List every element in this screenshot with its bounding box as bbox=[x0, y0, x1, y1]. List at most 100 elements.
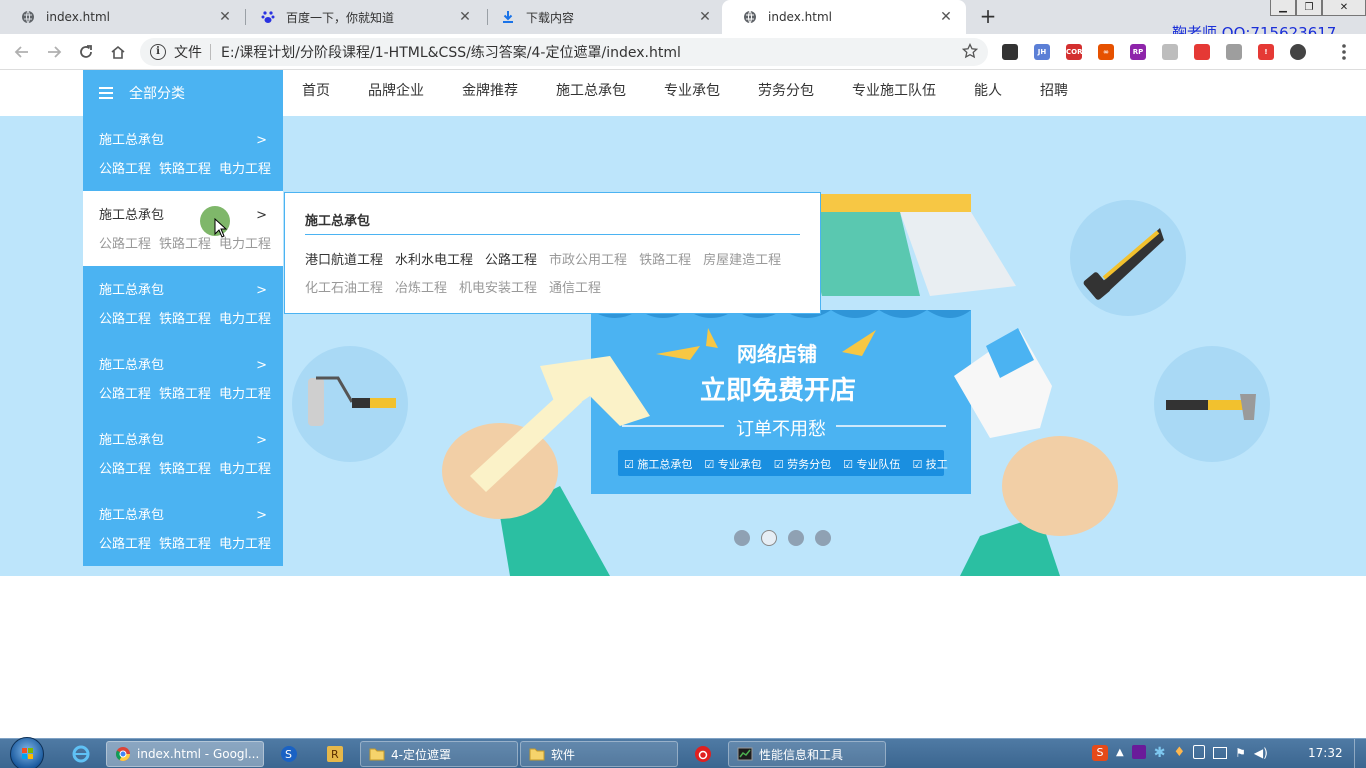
category-link[interactable]: 公路工程 bbox=[99, 462, 151, 477]
flyout-link[interactable]: 水利水电工程 bbox=[395, 247, 473, 275]
tray-star-icon[interactable]: ✱ bbox=[1154, 745, 1166, 761]
nav-professional-contracting[interactable]: 专业承包 bbox=[664, 70, 720, 116]
category-item[interactable]: 施工总承包 > 公路工程 铁路工程 电力工程 bbox=[83, 341, 283, 416]
bookmark-star-icon[interactable] bbox=[961, 42, 979, 63]
tab-close-icon[interactable]: ✕ bbox=[938, 9, 954, 25]
browser-menu-button[interactable] bbox=[1336, 42, 1352, 62]
rp-ext-icon[interactable]: RP bbox=[1130, 44, 1146, 60]
app-r-icon[interactable]: R bbox=[326, 745, 344, 763]
tray-flag-icon[interactable]: ⚑ bbox=[1235, 745, 1246, 761]
flyout-link[interactable]: 通信工程 bbox=[549, 275, 601, 303]
tab-downloads[interactable]: 下载内容 ✕ bbox=[480, 0, 725, 34]
category-link[interactable]: 电力工程 bbox=[219, 237, 271, 252]
category-link[interactable]: 铁路工程 bbox=[159, 462, 211, 477]
netease-music-icon[interactable] bbox=[694, 745, 712, 763]
restore-button[interactable]: ❐ bbox=[1296, 0, 1322, 16]
nav-general-contracting[interactable]: 施工总承包 bbox=[556, 70, 626, 116]
flyout-link[interactable]: 机电安装工程 bbox=[459, 275, 537, 303]
category-link[interactable]: 公路工程 bbox=[99, 162, 151, 177]
nav-home[interactable]: 首页 bbox=[302, 70, 330, 116]
taskbar-perf-button[interactable]: 性能信息和工具 bbox=[728, 741, 886, 767]
category-link[interactable]: 铁路工程 bbox=[159, 387, 211, 402]
address-bar[interactable]: i 文件 E:/课程计划/分阶段课程/1-HTML&CSS/练习答案/4-定位遮… bbox=[140, 38, 988, 66]
close-window-button[interactable]: ✕ bbox=[1322, 0, 1366, 16]
category-link[interactable]: 铁路工程 bbox=[159, 162, 211, 177]
category-link[interactable]: 铁路工程 bbox=[159, 312, 211, 327]
sogou-ime-icon[interactable]: S bbox=[1092, 745, 1108, 761]
category-link[interactable]: 电力工程 bbox=[219, 312, 271, 327]
taskbar-clock[interactable]: 17:32 bbox=[1308, 746, 1343, 760]
tray-expand-icon[interactable]: ▲ bbox=[1116, 745, 1124, 761]
sogou-icon[interactable]: S bbox=[280, 745, 298, 763]
carousel-dot[interactable] bbox=[815, 530, 831, 546]
ie-icon[interactable] bbox=[72, 745, 90, 763]
category-link[interactable]: 公路工程 bbox=[99, 387, 151, 402]
nav-talents[interactable]: 能人 bbox=[974, 70, 1002, 116]
category-item[interactable]: 施工总承包 > 公路工程 铁路工程 电力工程 bbox=[83, 491, 283, 566]
tab-baidu[interactable]: 百度一下，你就知道 ✕ bbox=[240, 0, 485, 34]
check-icon: ☑ bbox=[912, 458, 926, 471]
tab-close-icon[interactable]: ✕ bbox=[457, 9, 473, 25]
carousel-dot[interactable] bbox=[788, 530, 804, 546]
info-icon[interactable]: i bbox=[150, 44, 166, 60]
carousel-dot[interactable] bbox=[761, 530, 777, 546]
category-item[interactable]: 施工总承包 > 公路工程 铁路工程 电力工程 bbox=[83, 266, 283, 341]
category-link[interactable]: 电力工程 bbox=[219, 462, 271, 477]
tray-volume-icon[interactable]: ◀) bbox=[1254, 745, 1268, 761]
start-button[interactable] bbox=[10, 737, 44, 768]
category-link[interactable]: 电力工程 bbox=[219, 387, 271, 402]
nav-gold-recommend[interactable]: 金牌推荐 bbox=[462, 70, 518, 116]
nav-jobs[interactable]: 招聘 bbox=[1040, 70, 1068, 116]
cors-ext-icon[interactable]: CORS bbox=[1066, 44, 1088, 60]
vue-ext-icon[interactable] bbox=[1226, 44, 1242, 60]
taskbar-chrome-button[interactable]: index.html - Googl... bbox=[106, 741, 264, 767]
home-button[interactable] bbox=[107, 41, 129, 63]
carousel-dot[interactable] bbox=[734, 530, 750, 546]
category-link[interactable]: 公路工程 bbox=[99, 237, 151, 252]
flyout-link[interactable]: 港口航道工程 bbox=[305, 247, 383, 275]
tray-app-icon[interactable] bbox=[1131, 745, 1146, 759]
forward-button[interactable] bbox=[43, 41, 65, 63]
tray-usb-icon[interactable] bbox=[1193, 745, 1206, 759]
tab-index-html-1[interactable]: index.html ✕ bbox=[0, 0, 245, 34]
tab-close-icon[interactable]: ✕ bbox=[697, 9, 713, 25]
category-item[interactable]: 施工总承包 > 公路工程 铁路工程 电力工程 bbox=[83, 416, 283, 491]
blocked-ext-icon[interactable]: ! bbox=[1258, 44, 1274, 60]
stop-ext-icon[interactable] bbox=[1194, 44, 1210, 60]
flyout-link[interactable]: 冶炼工程 bbox=[395, 275, 447, 303]
category-link[interactable]: 公路工程 bbox=[99, 312, 151, 327]
category-link[interactable]: 铁路工程 bbox=[159, 237, 211, 252]
reload-button[interactable] bbox=[75, 41, 97, 63]
undo-ext-icon[interactable] bbox=[1002, 44, 1018, 60]
taskbar-folder-software-button[interactable]: 软件 bbox=[520, 741, 678, 767]
flyout-link[interactable]: 市政公用工程 bbox=[549, 247, 627, 275]
taskbar-folder-positioning-button[interactable]: 4-定位遮罩 bbox=[360, 741, 518, 767]
nav-brand-companies[interactable]: 品牌企业 bbox=[368, 70, 424, 116]
infinity-ext-icon[interactable]: ∞ bbox=[1098, 44, 1114, 60]
category-link[interactable]: 电力工程 bbox=[219, 162, 271, 177]
category-link[interactable]: 公路工程 bbox=[99, 537, 151, 552]
tray-network-icon[interactable] bbox=[1213, 747, 1228, 759]
nav-construction-teams[interactable]: 专业施工队伍 bbox=[852, 70, 936, 116]
flyout-link[interactable]: 铁路工程 bbox=[639, 247, 691, 275]
flyout-link[interactable]: 房屋建造工程 bbox=[703, 247, 781, 275]
show-desktop-button[interactable] bbox=[1354, 739, 1366, 768]
category-link[interactable]: 铁路工程 bbox=[159, 537, 211, 552]
new-tab-button[interactable]: + bbox=[977, 5, 999, 27]
tab-close-icon[interactable]: ✕ bbox=[217, 9, 233, 25]
nav-labor-subcontract[interactable]: 劳务分包 bbox=[758, 70, 814, 116]
back-button[interactable] bbox=[11, 41, 33, 63]
flyout-link[interactable]: 公路工程 bbox=[485, 247, 537, 275]
jh-ext-icon[interactable]: JH bbox=[1034, 44, 1050, 60]
tab-index-html-active[interactable]: index.html ✕ bbox=[722, 0, 966, 34]
minimize-button[interactable]: ▁ bbox=[1270, 0, 1296, 16]
flyout-link[interactable]: 化工石油工程 bbox=[305, 275, 383, 303]
profile-avatar-icon[interactable] bbox=[1290, 44, 1306, 60]
all-categories-header[interactable]: 全部分类 bbox=[83, 70, 283, 116]
category-link[interactable]: 电力工程 bbox=[219, 537, 271, 552]
category-item[interactable]: 施工总承包 > 公路工程 铁路工程 电力工程 bbox=[83, 116, 283, 191]
tray-drop-icon[interactable]: ♦ bbox=[1173, 745, 1185, 761]
address-url[interactable]: E:/课程计划/分阶段课程/1-HTML&CSS/练习答案/4-定位遮罩/ind… bbox=[221, 42, 681, 62]
category-item[interactable]: 施工总承包 > 公路工程 铁路工程 电力工程 bbox=[83, 191, 283, 266]
puzzle-ext-icon[interactable] bbox=[1162, 44, 1178, 60]
